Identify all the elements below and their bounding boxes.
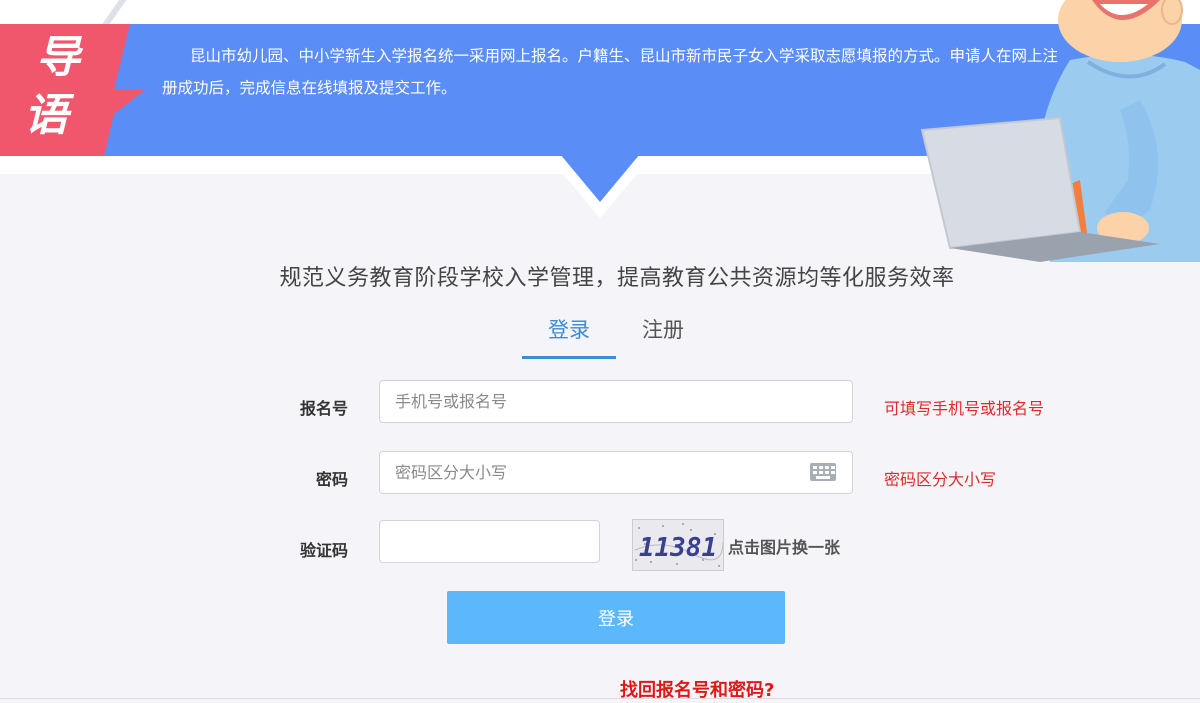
captcha-text: 11381 [639, 533, 717, 563]
captcha-refresh-tip[interactable]: 点击图片换一张 [728, 534, 840, 558]
reg-no-hint: 可填写手机号或报名号 [884, 399, 1045, 418]
login-button[interactable]: 登录 [447, 591, 785, 644]
reg-no-input[interactable] [379, 380, 853, 423]
captcha-input[interactable] [379, 520, 600, 563]
password-input[interactable] [379, 451, 853, 494]
banner-pointer [560, 154, 640, 202]
intro-tag-char: 导 [36, 32, 80, 83]
keyboard-icon[interactable] [810, 463, 836, 481]
tab-register[interactable]: 注册 [626, 316, 700, 356]
password-label: 密码 [315, 470, 348, 489]
login-page: 导 语 昆山市幼儿园、中小学新生入学报名统一采用网上报名。户籍生、昆山市新市民子… [0, 0, 1200, 703]
page-headline: 规范义务教育阶段学校入学管理，提高教育公共资源均等化服务效率 [279, 266, 955, 291]
captcha-label: 验证码 [299, 541, 348, 560]
captcha-image[interactable]: 11381 [632, 519, 724, 571]
tab-login[interactable]: 登录 [522, 316, 616, 359]
intro-tag-char: 语 [24, 90, 68, 141]
reg-no-label: 报名号 [299, 399, 348, 418]
password-hint: 密码区分大小写 [884, 470, 997, 489]
person-with-laptop-illustration [920, 0, 1200, 262]
bottom-divider [0, 698, 1200, 699]
